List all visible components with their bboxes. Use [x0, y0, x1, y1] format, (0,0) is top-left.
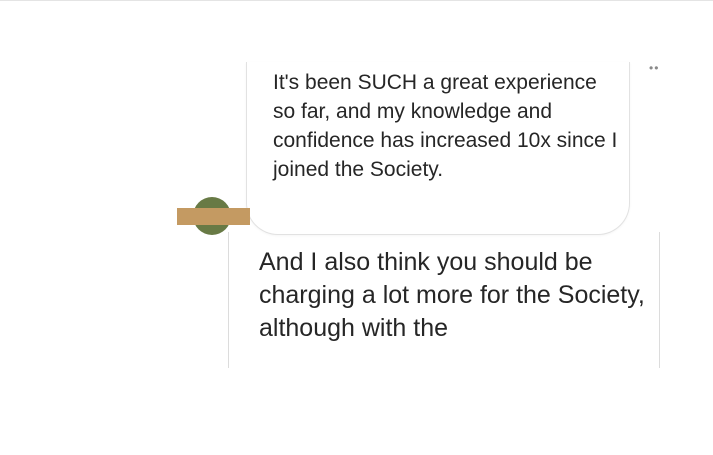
testimonial-text: It's been SUCH a great experience so far…	[273, 71, 618, 181]
message-card: And I also think you should be charging …	[228, 232, 660, 368]
testimonial-bubble: It's been SUCH a great experience so far…	[246, 62, 630, 235]
redacted-name	[177, 208, 250, 225]
top-divider	[0, 0, 713, 1]
more-dots-icon[interactable]: ••	[649, 62, 659, 74]
message-card-text: And I also think you should be charging …	[259, 248, 645, 342]
